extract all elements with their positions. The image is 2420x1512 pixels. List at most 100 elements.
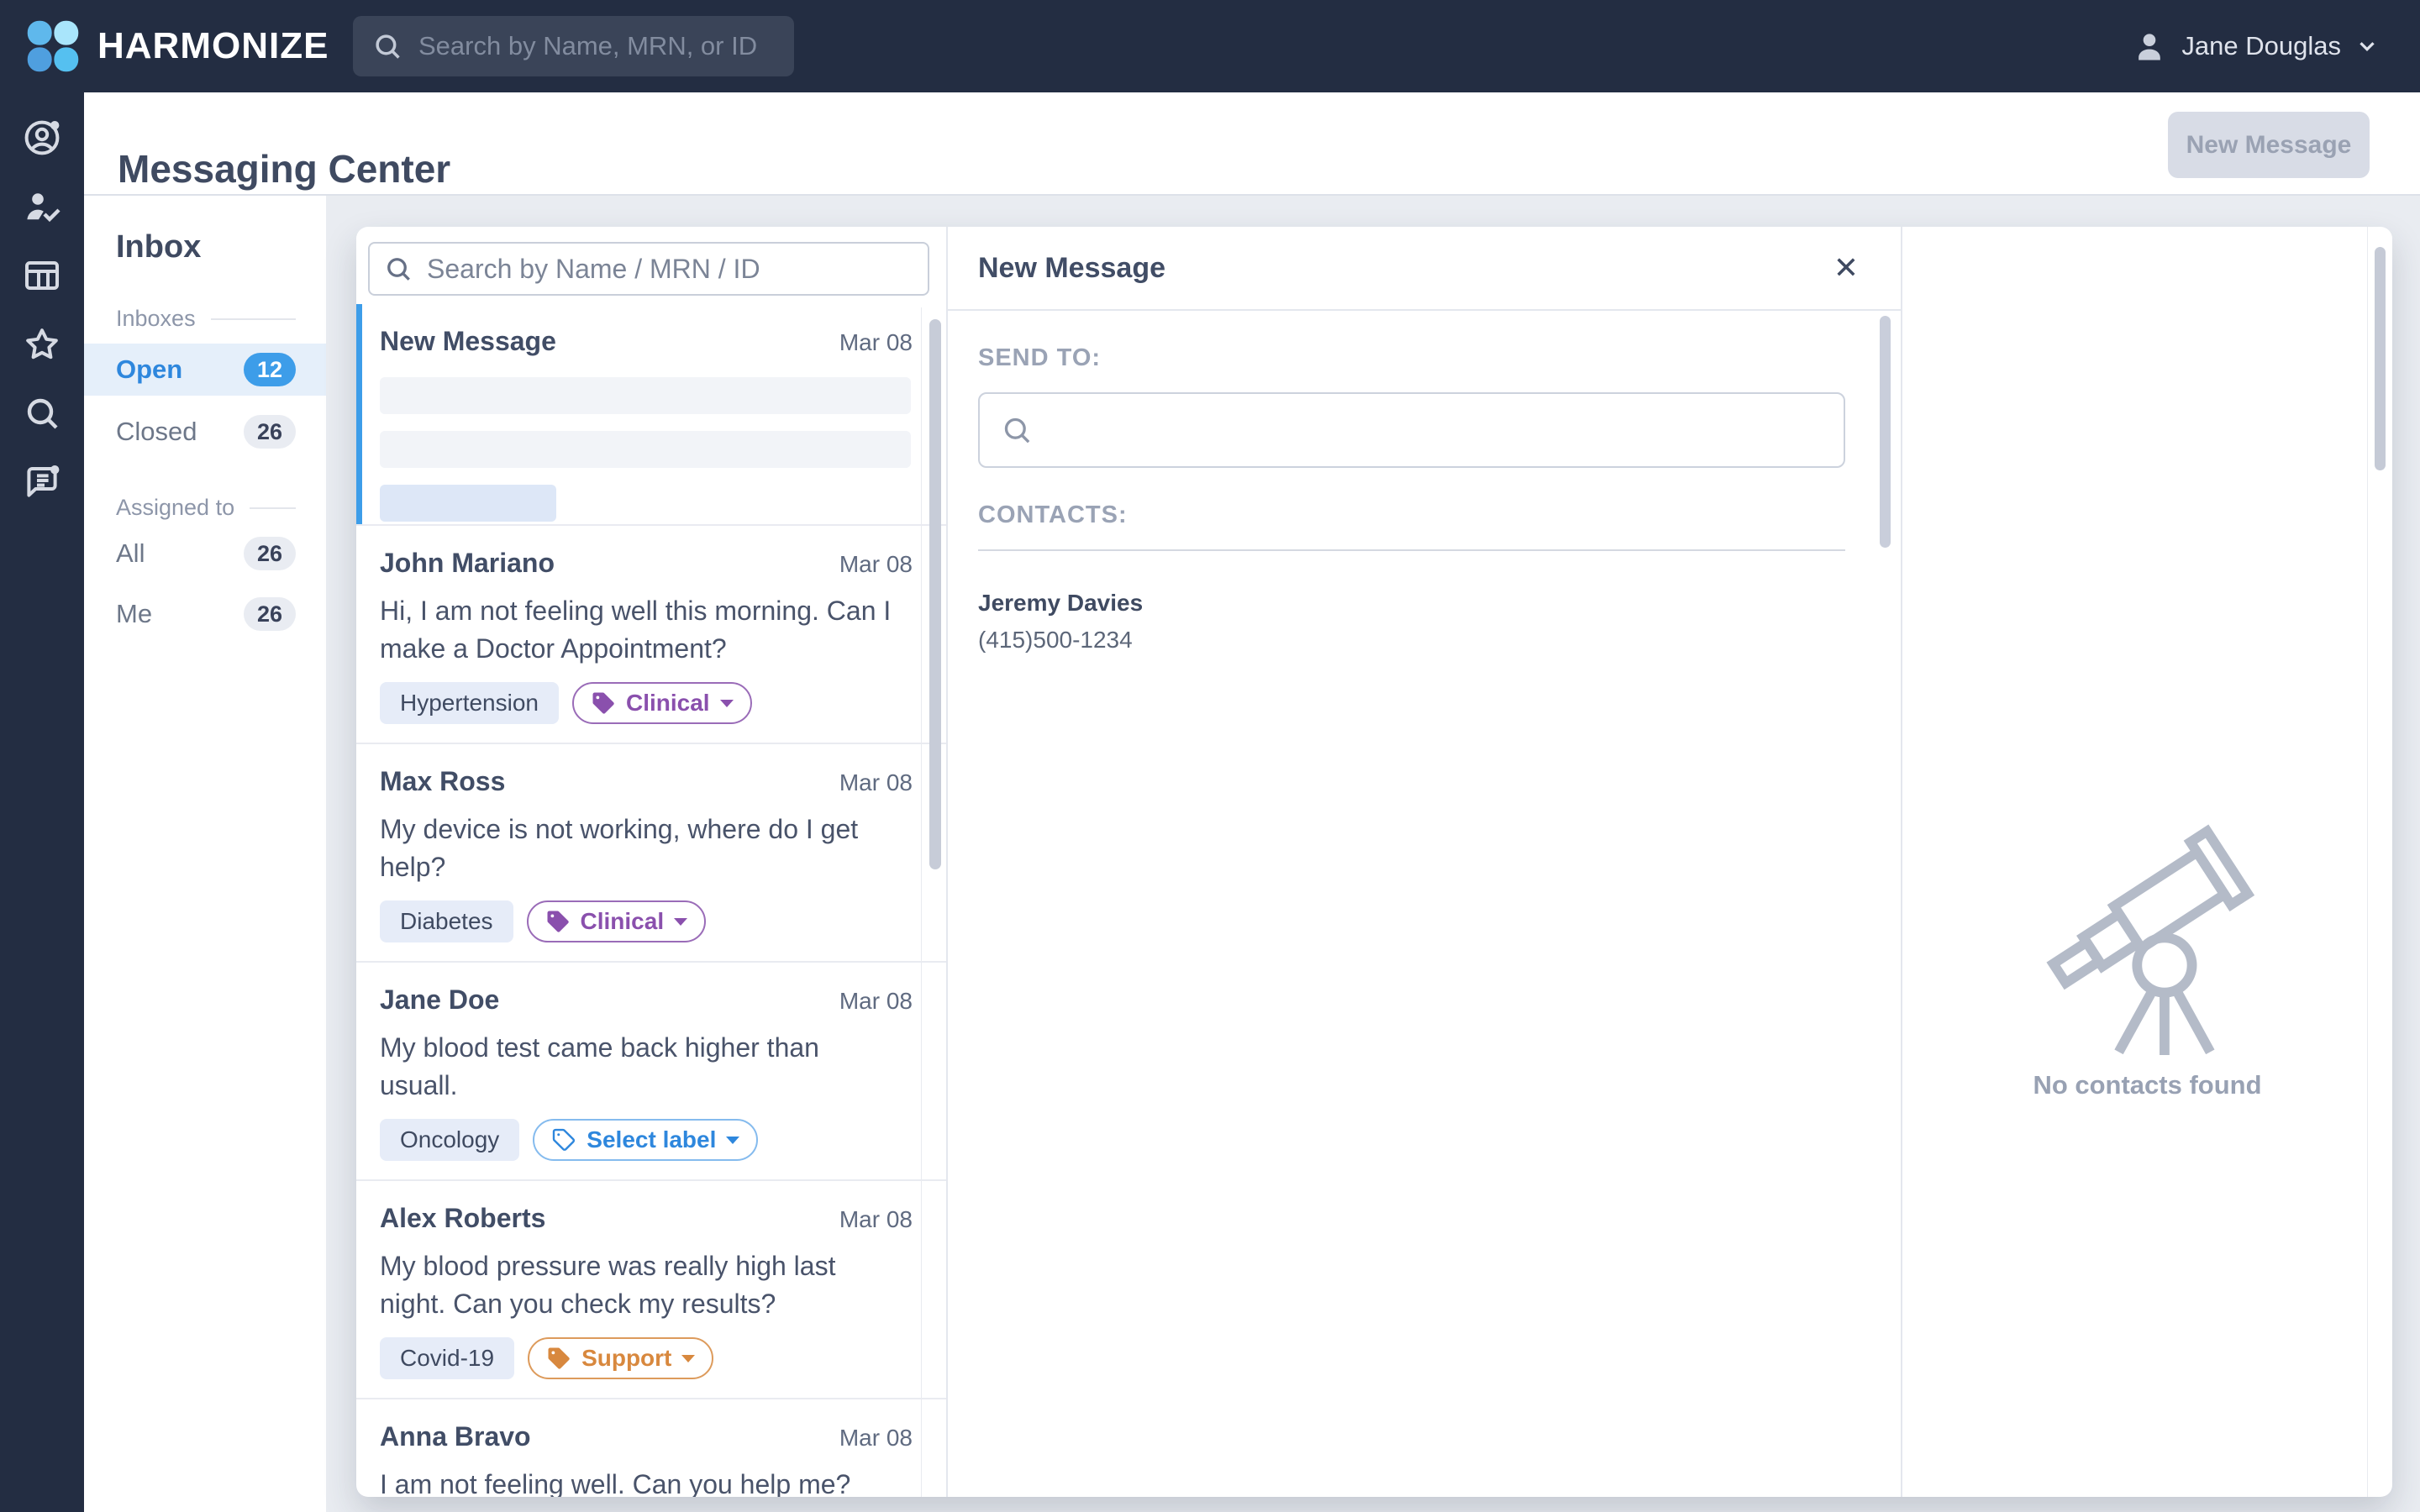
- item-name: New Message: [380, 326, 556, 357]
- item-message: My blood pressure was really high last n…: [380, 1247, 901, 1323]
- inbox-item-label: All: [116, 538, 145, 569]
- close-icon[interactable]: ✕: [1828, 252, 1864, 284]
- condition-chip: Diabetes: [380, 900, 513, 942]
- item-date: Mar 08: [839, 988, 913, 1015]
- search-icon[interactable]: [22, 393, 62, 433]
- search-icon: [383, 254, 413, 284]
- item-name: Max Ross: [380, 766, 505, 797]
- section-label-assigned: Assigned to: [116, 495, 296, 521]
- messages-icon[interactable]: [22, 462, 62, 502]
- caret-down-icon: [681, 1355, 695, 1362]
- count-badge: 12: [244, 353, 296, 386]
- contact-row[interactable]: Jeremy Davies (415)500-1234: [978, 590, 1845, 654]
- composer-scrollbar[interactable]: [1880, 316, 1891, 548]
- item-message: My device is not working, where do I get…: [380, 811, 901, 886]
- new-message-button[interactable]: New Message: [2168, 112, 2370, 178]
- item-date: Mar 08: [839, 329, 913, 356]
- list-item[interactable]: Alex Roberts Mar 08 My blood pressure wa…: [356, 1181, 946, 1399]
- list-item[interactable]: Max Ross Mar 08 My device is not working…: [356, 744, 946, 963]
- composer-header: New Message ✕: [948, 227, 1901, 311]
- section-label-text: Assigned to: [116, 495, 234, 521]
- inbox-item-open[interactable]: Open 12: [84, 344, 326, 396]
- skeleton-bar: [380, 485, 556, 522]
- label-dropdown[interactable]: Select label: [533, 1119, 758, 1161]
- contacts-label: CONTACTS:: [978, 501, 1845, 529]
- composer-title: New Message: [978, 252, 1165, 285]
- list-item[interactable]: New Message Mar 08: [356, 304, 946, 526]
- item-message: Hi, I am not feeling well this morning. …: [380, 592, 901, 668]
- user-avatar-icon: [2131, 28, 2168, 65]
- page-title: Messaging Center: [118, 146, 450, 192]
- search-icon: [1000, 413, 1034, 447]
- patients-icon[interactable]: [22, 118, 62, 158]
- count-badge: 26: [244, 597, 296, 631]
- tag-icon: [591, 690, 616, 716]
- contacts-result-panel: No contacts found: [1901, 227, 2392, 1497]
- list-item[interactable]: Jane Doe Mar 08 My blood test came back …: [356, 963, 946, 1181]
- tag-icon: [545, 909, 571, 934]
- item-date: Mar 08: [839, 769, 913, 796]
- send-to-input[interactable]: [1047, 414, 1844, 447]
- section-label-text: Inboxes: [116, 306, 196, 332]
- new-message-panel: New Message ✕ SEND TO: CONTACTS: Jeremy …: [946, 227, 1901, 1497]
- item-name: Jane Doe: [380, 984, 499, 1016]
- top-navbar: HARMONIZE Jane Douglas: [0, 0, 2420, 92]
- label-text: Select label: [587, 1126, 716, 1153]
- inbox-item-label: Me: [116, 599, 152, 629]
- skeleton-bar: [380, 377, 911, 414]
- favorites-icon[interactable]: [22, 324, 62, 365]
- inbox-item-label: Closed: [116, 417, 197, 447]
- user-name: Jane Douglas: [2181, 31, 2341, 61]
- harmonize-logo-icon: [25, 18, 81, 74]
- item-name: Alex Roberts: [380, 1203, 545, 1234]
- inbox-title: Inbox: [116, 229, 326, 265]
- dashboard-icon[interactable]: [22, 255, 62, 296]
- item-message: I am not feeling well. Can you help me?: [380, 1466, 901, 1497]
- inbox-item-closed[interactable]: Closed 26: [84, 406, 326, 458]
- scrollbar-track: [921, 307, 922, 1497]
- count-badge: 26: [244, 537, 296, 570]
- user-menu[interactable]: Jane Douglas: [2131, 0, 2380, 92]
- item-date: Mar 08: [839, 551, 913, 578]
- label-text: Clinical: [581, 908, 665, 935]
- list-scrollbar[interactable]: [929, 319, 941, 869]
- inbox-panel: Inbox Inboxes Open 12 Closed 26 Assigned…: [84, 196, 326, 1512]
- conversation-list: New Message Mar 08 John Mariano Mar 08 H…: [356, 227, 946, 1497]
- caret-down-icon: [674, 918, 687, 926]
- global-search-input[interactable]: [417, 30, 781, 62]
- tag-icon: [546, 1346, 571, 1371]
- inbox-item-all[interactable]: All 26: [84, 528, 326, 580]
- list-item[interactable]: John Mariano Mar 08 Hi, I am not feeling…: [356, 526, 946, 744]
- tag-outline-icon: [551, 1127, 576, 1152]
- item-date: Mar 08: [839, 1425, 913, 1452]
- item-date: Mar 08: [839, 1206, 913, 1233]
- label-dropdown[interactable]: Clinical: [572, 682, 752, 724]
- list-search-input[interactable]: [425, 253, 928, 286]
- caret-down-icon: [720, 700, 734, 707]
- item-name: Anna Bravo: [380, 1421, 531, 1452]
- global-search[interactable]: [353, 16, 794, 76]
- list-item[interactable]: Anna Bravo Mar 08 I am not feeling well.…: [356, 1399, 946, 1497]
- telescope-icon: [2033, 806, 2262, 1058]
- label-dropdown[interactable]: Clinical: [527, 900, 707, 942]
- chevron-down-icon: [2354, 34, 2380, 59]
- page-scrollbar[interactable]: [2375, 247, 2386, 470]
- brand-name: HARMONIZE: [97, 25, 329, 67]
- scrollbar-track: [2367, 227, 2368, 1497]
- count-badge: 26: [244, 415, 296, 449]
- app-logo: HARMONIZE: [25, 0, 329, 92]
- inbox-item-me[interactable]: Me 26: [84, 588, 326, 640]
- condition-chip: Covid-19: [380, 1337, 514, 1379]
- label-text: Support: [581, 1345, 671, 1372]
- section-label-inboxes: Inboxes: [116, 306, 296, 332]
- label-dropdown[interactable]: Support: [528, 1337, 713, 1379]
- send-to-search[interactable]: [978, 392, 1845, 468]
- list-search[interactable]: [368, 242, 929, 296]
- patient-check-icon[interactable]: [22, 186, 62, 227]
- item-name: John Mariano: [380, 548, 555, 579]
- selected-indicator: [356, 304, 362, 524]
- contact-phone: (415)500-1234: [978, 627, 1845, 654]
- icon-rail: [0, 92, 84, 1512]
- condition-chip: Oncology: [380, 1119, 519, 1161]
- item-message: My blood test came back higher than usua…: [380, 1029, 901, 1105]
